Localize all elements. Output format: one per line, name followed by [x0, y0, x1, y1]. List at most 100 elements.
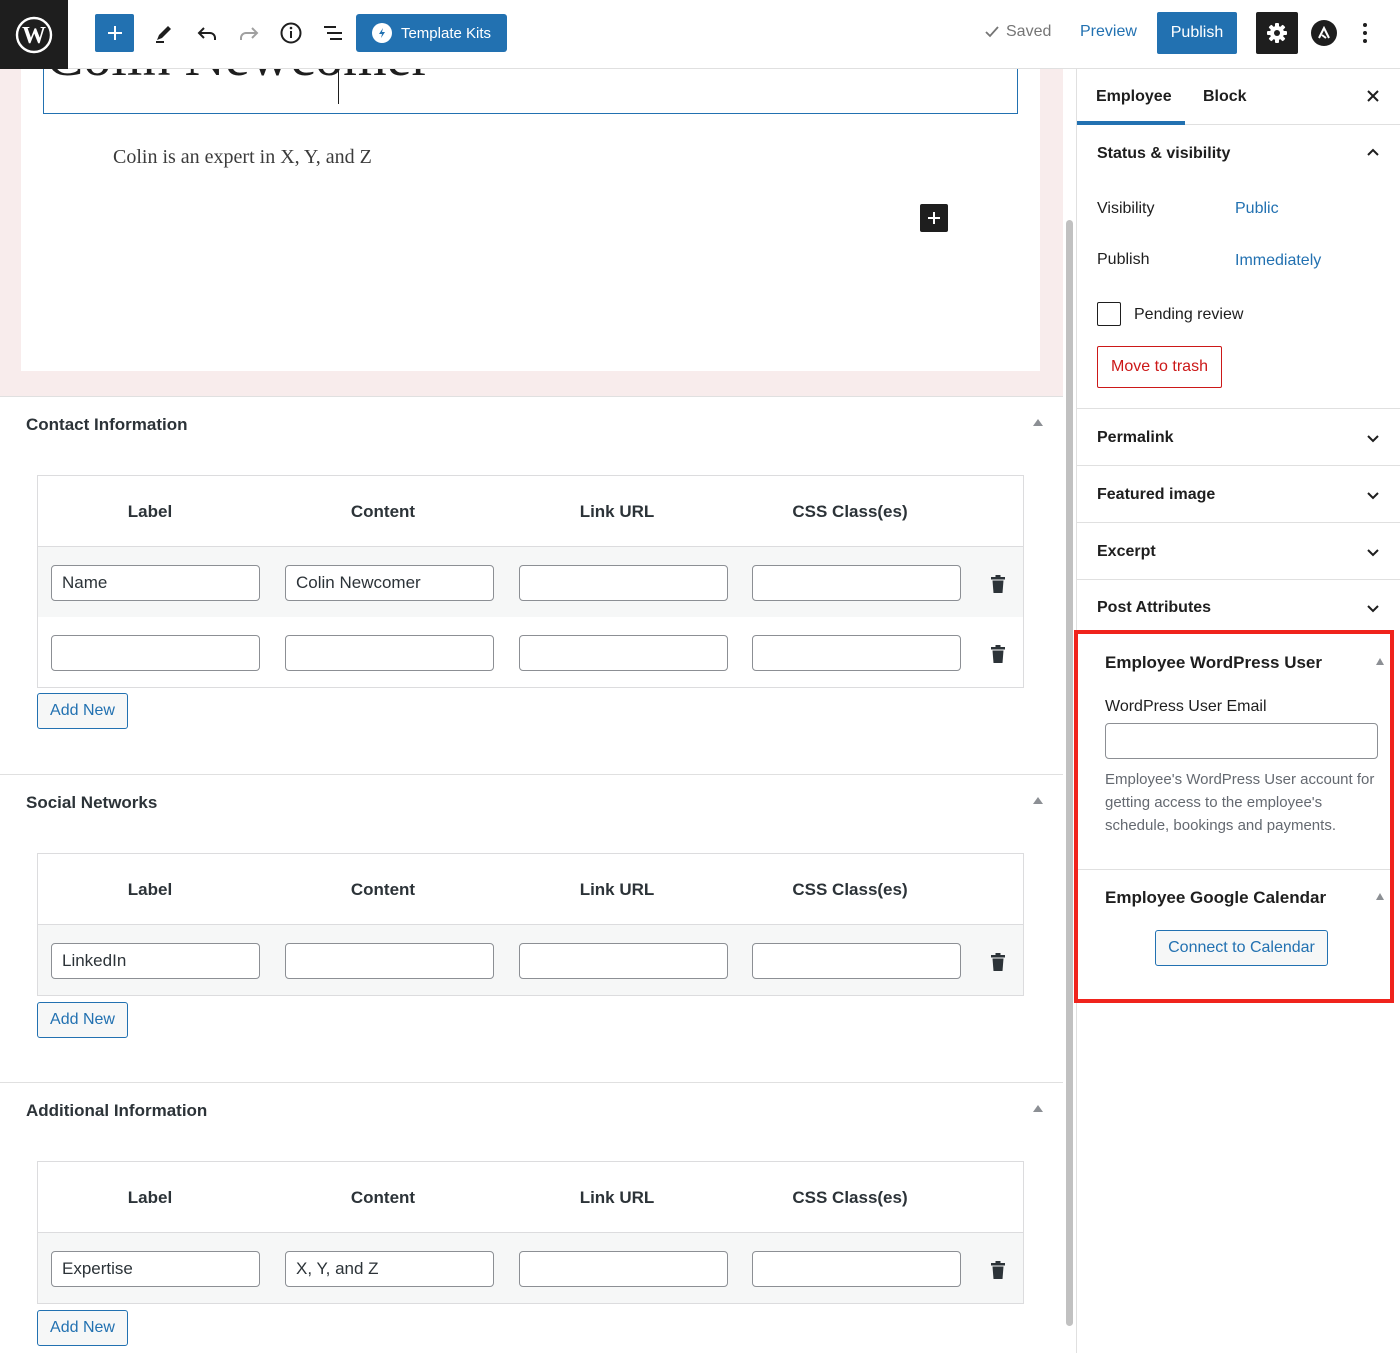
column-header: Content — [350, 1188, 416, 1207]
publish-date-label: Publish — [1097, 251, 1150, 268]
close-icon[interactable] — [1365, 88, 1381, 104]
permalink-panel[interactable]: Permalink — [1077, 408, 1400, 465]
link-url-input[interactable] — [519, 635, 728, 671]
visibility-toggle[interactable]: Public — [1235, 200, 1279, 218]
chevron-up-icon[interactable] — [1366, 147, 1380, 157]
block-inserter-button[interactable] — [920, 204, 948, 232]
table-header: Label Content Link URL CSS Class(es) — [38, 1162, 1023, 1233]
list-view-button[interactable] — [319, 14, 347, 52]
contact-information-metabox: Contact Information Label Content Link U… — [0, 396, 1063, 774]
saved-status: Saved — [984, 23, 1051, 41]
css-class-input[interactable] — [752, 943, 961, 979]
css-class-input[interactable] — [752, 1251, 961, 1287]
add-block-button[interactable] — [95, 14, 134, 52]
column-header: Label — [127, 1188, 173, 1207]
table-header: Label Content Link URL CSS Class(es) — [38, 854, 1023, 925]
add-new-button[interactable]: Add New — [37, 1002, 128, 1038]
contact-repeater-table: Label Content Link URL CSS Class(es) Nam… — [37, 475, 1024, 688]
column-header: CSS Class(es) — [792, 502, 908, 521]
tab-employee[interactable]: Employee — [1096, 88, 1172, 106]
panel-title: Post Attributes — [1097, 599, 1212, 616]
editor-scrollbar[interactable] — [1066, 220, 1073, 1326]
table-row: LinkedIn — [38, 925, 1023, 995]
highlight-annotation-box — [1074, 630, 1394, 1003]
tools-button[interactable] — [150, 14, 178, 52]
settings-button[interactable] — [1256, 12, 1298, 54]
visibility-label: Visibility — [1097, 200, 1155, 217]
content-input[interactable] — [285, 635, 494, 671]
editor-toolbar: W Template Kits Saved Preview Publish — [0, 0, 1400, 69]
svg-text:W: W — [22, 23, 46, 49]
info-icon — [280, 22, 302, 44]
label-input[interactable]: Expertise — [51, 1251, 260, 1287]
chevron-up-icon[interactable] — [1033, 419, 1043, 426]
label-input[interactable]: LinkedIn — [51, 943, 260, 979]
status-visibility-panel: Status & visibility Visibility Public Pu… — [1077, 125, 1400, 408]
content-input[interactable]: X, Y, and Z — [285, 1251, 494, 1287]
additional-information-metabox: Additional Information Label Content Lin… — [0, 1082, 1063, 1353]
trash-icon[interactable] — [990, 645, 1006, 663]
panel-title: Permalink — [1097, 429, 1174, 446]
pending-review-label: Pending review — [1134, 306, 1244, 323]
column-header: Content — [350, 502, 416, 521]
astra-icon[interactable] — [1311, 20, 1337, 46]
add-new-button[interactable]: Add New — [37, 693, 128, 729]
label-input[interactable] — [51, 635, 260, 671]
metabox-title: Additional Information — [26, 1101, 208, 1120]
chevron-up-icon[interactable] — [1033, 1105, 1043, 1112]
post-paragraph[interactable]: Colin is an expert in X, Y, and Z — [113, 146, 372, 169]
chevron-down-icon — [1367, 605, 1379, 613]
content-input[interactable]: Colin Newcomer — [285, 565, 494, 601]
column-header: CSS Class(es) — [792, 880, 908, 899]
template-kits-button[interactable]: Template Kits — [356, 14, 507, 52]
editor-canvas — [21, 69, 1040, 371]
excerpt-panel[interactable]: Excerpt — [1077, 522, 1400, 579]
redo-button[interactable] — [235, 14, 263, 52]
list-view-icon — [324, 26, 342, 40]
preview-button[interactable]: Preview — [1080, 23, 1137, 41]
trash-icon[interactable] — [990, 575, 1006, 593]
link-url-input[interactable] — [519, 1251, 728, 1287]
publish-button[interactable]: Publish — [1157, 12, 1237, 54]
undo-button[interactable] — [193, 14, 221, 52]
more-vertical-icon[interactable] — [1357, 18, 1373, 48]
column-header: Link URL — [579, 1188, 655, 1207]
css-class-input[interactable] — [752, 565, 961, 601]
trash-icon[interactable] — [990, 1261, 1006, 1279]
css-class-input[interactable] — [752, 635, 961, 671]
social-networks-metabox: Social Networks Label Content Link URL C… — [0, 774, 1063, 1082]
sidebar-tabs: Employee Block — [1077, 69, 1400, 125]
panel-title: Featured image — [1097, 486, 1216, 503]
table-row — [38, 617, 1023, 687]
content-input[interactable] — [285, 943, 494, 979]
link-url-input[interactable] — [519, 565, 728, 601]
post-attributes-panel[interactable]: Post Attributes — [1077, 579, 1400, 635]
tab-block[interactable]: Block — [1203, 88, 1247, 106]
label-input[interactable]: Name — [51, 565, 260, 601]
plus-icon — [107, 26, 122, 40]
column-header: Content — [350, 880, 416, 899]
metabox-title: Contact Information — [26, 415, 188, 434]
chevron-down-icon — [1367, 549, 1379, 557]
column-header: Label — [127, 880, 173, 899]
move-to-trash-button[interactable]: Move to trash — [1097, 346, 1222, 388]
additional-repeater-table: Label Content Link URL CSS Class(es) Exp… — [37, 1161, 1024, 1304]
link-url-input[interactable] — [519, 943, 728, 979]
table-header: Label Content Link URL CSS Class(es) — [38, 476, 1023, 547]
add-new-button[interactable]: Add New — [37, 1310, 128, 1346]
pencil-icon — [156, 26, 171, 43]
gear-icon — [1267, 23, 1287, 43]
chevron-up-icon[interactable] — [1033, 797, 1043, 804]
panel-title: Excerpt — [1097, 543, 1156, 560]
featured-image-panel[interactable]: Featured image — [1077, 465, 1400, 522]
column-header: CSS Class(es) — [792, 1188, 908, 1207]
table-row: Name Colin Newcomer — [38, 547, 1023, 617]
publish-date-toggle[interactable]: Immediately — [1235, 252, 1321, 270]
trash-icon[interactable] — [990, 953, 1006, 971]
pending-review-checkbox[interactable] — [1097, 302, 1121, 326]
column-header: Label — [127, 502, 173, 521]
panel-title[interactable]: Status & visibility — [1097, 145, 1230, 163]
table-row: Expertise X, Y, and Z — [38, 1233, 1023, 1303]
wordpress-logo-icon[interactable]: W — [0, 0, 68, 69]
details-button[interactable] — [277, 14, 305, 52]
